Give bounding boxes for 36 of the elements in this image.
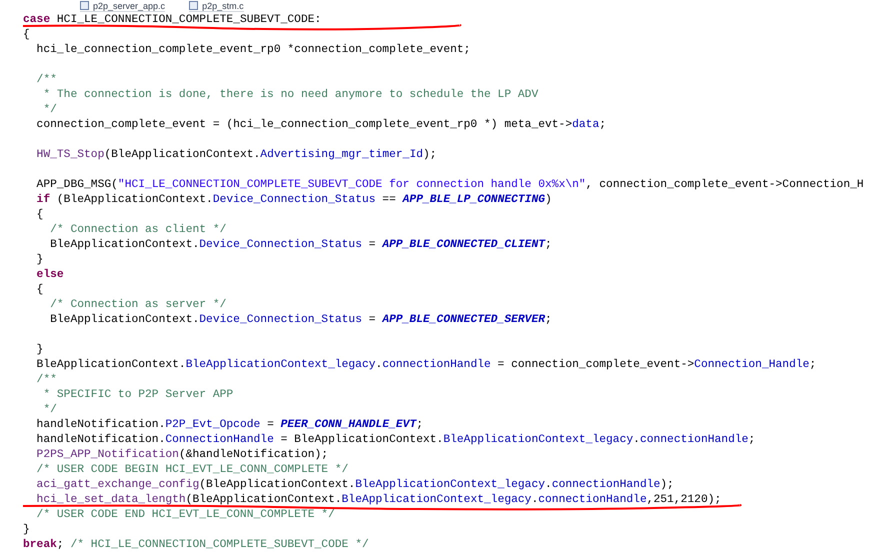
code-line: /** — [36, 373, 57, 388]
code-line: } — [36, 343, 44, 358]
code-line: handleNotification.ConnectionHandle = BleApplicationContext.BleApplicationContext_legacy.connectionHandle; — [36, 433, 756, 448]
code-line: connection_complete_event = (hci_le_connection_complete_event_rp0 *) meta_evt->data; — [36, 118, 606, 133]
code-line: break; /* HCI_LE_CONNECTION_COMPLETE_SUBEVT_CODE */ — [23, 538, 369, 553]
code-line: handleNotification.P2P_Evt_Opcode = PEER_CONN_HANDLE_EVT; — [36, 418, 424, 433]
code-line: /* Connection as server */ — [49, 298, 226, 313]
code-line: /* Connection as client */ — [49, 223, 226, 238]
code-line: * SPECIFIC to P2P Server APP — [42, 388, 234, 403]
editor-tab[interactable]: p2p_server_app.c — [80, 0, 166, 12]
code-line: { — [36, 283, 44, 298]
file-icon — [80, 1, 89, 10]
code-line: /* USER CODE BEGIN HCI_EVT_LE_CONN_COMPLETE */ — [36, 463, 348, 478]
code-line: HW_TS_Stop(BleApplicationContext.Advertising_mgr_timer_Id); — [36, 148, 437, 163]
code-line: APP_DBG_MSG("HCI_LE_CONNECTION_COMPLETE_SUBEVT_CODE for connection handle 0x%x\n", connection_complete_event->Connection_H — [36, 178, 864, 193]
code-line: aci_gatt_exchange_config(BleApplicationContext.BleApplicationContext_legacy.connectionHandle); — [36, 478, 674, 493]
code-line: BleApplicationContext.BleApplicationContext_legacy.connectionHandle = connection_complete_event->Connection_Handle; — [36, 358, 816, 373]
code-line: * The connection is done, there is no need anymore to schedule the LP ADV — [42, 88, 538, 103]
code-line: else — [36, 268, 64, 283]
code-line: /* USER CODE END HCI_EVT_LE_CONN_COMPLETE */ — [36, 508, 335, 523]
code-line: BleApplicationContext.Device_Connection_Status = APP_BLE_CONNECTED_CLIENT; — [49, 238, 552, 253]
code-line: if (BleApplicationContext.Device_Connection_Status == APP_BLE_LP_CONNECTING) — [36, 193, 552, 208]
code-line: { — [36, 208, 44, 223]
code-line: hci_le_connection_complete_event_rp0 *connection_complete_event; — [36, 43, 470, 58]
code-line: */ — [42, 403, 57, 418]
code-line: BleApplicationContext.Device_Connection_Status = APP_BLE_CONNECTED_SERVER; — [49, 313, 552, 328]
code-line: } — [36, 253, 44, 268]
code-line: P2PS_APP_Notification(&handleNotification); — [36, 448, 328, 463]
code-line: } — [23, 523, 30, 538]
code-line: case HCI_LE_CONNECTION_COMPLETE_SUBEVT_CODE: — [23, 13, 322, 28]
code-line: hci_le_set_data_length(BleApplicationContext.BleApplicationContext_legacy.connectionHandle,251,2120); — [36, 493, 722, 508]
code-line: /** — [36, 73, 57, 88]
code-line: { — [23, 28, 30, 43]
code-line: */ — [42, 103, 57, 118]
file-icon — [189, 1, 198, 10]
editor-tab[interactable]: p2p_stm.c — [189, 0, 244, 12]
